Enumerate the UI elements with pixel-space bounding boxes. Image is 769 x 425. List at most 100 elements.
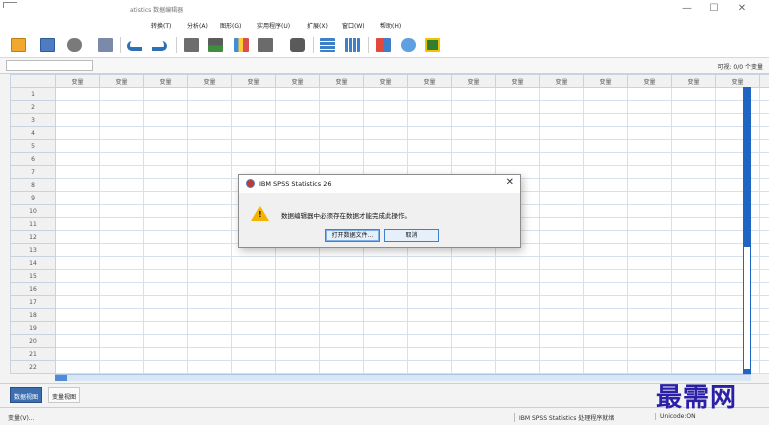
grid-cell[interactable] xyxy=(539,152,584,166)
grid-cell[interactable] xyxy=(627,126,672,140)
row-number[interactable]: 11 xyxy=(10,217,56,231)
grid-cell[interactable] xyxy=(583,321,628,335)
grid-cell[interactable] xyxy=(715,100,760,114)
row-number[interactable]: 7 xyxy=(10,165,56,179)
grid-cell[interactable] xyxy=(671,256,716,270)
grid-cell[interactable] xyxy=(55,178,100,192)
grid-cell[interactable] xyxy=(231,256,276,270)
grid-cell[interactable] xyxy=(55,269,100,283)
grid-cell[interactable] xyxy=(99,347,144,361)
grid-cell[interactable] xyxy=(143,243,188,257)
grid-cell[interactable] xyxy=(671,269,716,283)
grid-cell[interactable] xyxy=(539,243,584,257)
grid-cell[interactable] xyxy=(187,165,232,179)
grid-cell[interactable] xyxy=(759,87,769,101)
grid-cell[interactable] xyxy=(363,139,408,153)
grid-cell[interactable] xyxy=(715,191,760,205)
column-header[interactable]: 变量 xyxy=(187,74,232,88)
grid-cell[interactable] xyxy=(583,269,628,283)
grid-cell[interactable] xyxy=(99,204,144,218)
open-folder-icon[interactable] xyxy=(11,38,26,52)
grid-cell[interactable] xyxy=(539,282,584,296)
grid-cell[interactable] xyxy=(759,230,769,244)
grid-cell[interactable] xyxy=(99,243,144,257)
grid-cell[interactable] xyxy=(759,334,769,348)
grid-cell[interactable] xyxy=(143,321,188,335)
grid-cell[interactable] xyxy=(363,308,408,322)
grid-cell[interactable] xyxy=(451,139,496,153)
grid-cell[interactable] xyxy=(671,191,716,205)
grid-cell[interactable] xyxy=(275,126,320,140)
grid-cell[interactable] xyxy=(539,269,584,283)
menu-transform[interactable]: 转换(T) xyxy=(151,21,171,30)
grid-cell[interactable] xyxy=(539,321,584,335)
grid-cell[interactable] xyxy=(583,308,628,322)
grid-cell[interactable] xyxy=(231,308,276,322)
grid-cell[interactable] xyxy=(143,334,188,348)
grid-cell[interactable] xyxy=(99,217,144,231)
grid-cell[interactable] xyxy=(627,204,672,218)
maximize-button[interactable]: ☐ xyxy=(703,3,725,15)
grid-cell[interactable] xyxy=(583,152,628,166)
grid-cell[interactable] xyxy=(363,100,408,114)
row-number[interactable]: 1 xyxy=(10,87,56,101)
grid-cell[interactable] xyxy=(407,334,452,348)
grid-cell[interactable] xyxy=(231,282,276,296)
row-number[interactable]: 22 xyxy=(10,360,56,374)
grid-cell[interactable] xyxy=(715,308,760,322)
column-header[interactable]: 变 xyxy=(759,74,769,88)
find-icon[interactable] xyxy=(290,38,305,52)
grid-cell[interactable] xyxy=(231,334,276,348)
grid-cell[interactable] xyxy=(187,347,232,361)
grid-cell[interactable] xyxy=(583,347,628,361)
grid-cell[interactable] xyxy=(231,347,276,361)
grid-cell[interactable] xyxy=(495,321,540,335)
grid-cell[interactable] xyxy=(407,308,452,322)
grid-cell[interactable] xyxy=(99,282,144,296)
grid-cell[interactable] xyxy=(759,100,769,114)
grid-cell[interactable] xyxy=(99,191,144,205)
grid-cell[interactable] xyxy=(627,100,672,114)
grid-cell[interactable] xyxy=(319,282,364,296)
grid-cell[interactable] xyxy=(407,152,452,166)
row-number[interactable]: 20 xyxy=(10,334,56,348)
grid-cell[interactable] xyxy=(275,139,320,153)
grid-cell[interactable] xyxy=(715,178,760,192)
grid-cell[interactable] xyxy=(539,204,584,218)
grid-cell[interactable] xyxy=(55,139,100,153)
grid-cell[interactable] xyxy=(539,347,584,361)
grid-cell[interactable] xyxy=(143,217,188,231)
grid-cell[interactable] xyxy=(539,126,584,140)
grid-cell[interactable] xyxy=(99,139,144,153)
grid-cell[interactable] xyxy=(231,100,276,114)
grid-cell[interactable] xyxy=(55,204,100,218)
grid-cell[interactable] xyxy=(759,321,769,335)
grid-cell[interactable] xyxy=(759,295,769,309)
grid-cell[interactable] xyxy=(275,100,320,114)
grid-cell[interactable] xyxy=(583,87,628,101)
grid-cell[interactable] xyxy=(715,269,760,283)
menu-analyze[interactable]: 分析(A) xyxy=(187,21,208,30)
grid-cell[interactable] xyxy=(99,334,144,348)
grid-cell[interactable] xyxy=(319,152,364,166)
column-header[interactable]: 变量 xyxy=(319,74,364,88)
grid-cell[interactable] xyxy=(99,256,144,270)
grid-cell[interactable] xyxy=(363,360,408,374)
grid-cell[interactable] xyxy=(671,321,716,335)
grid-cell[interactable] xyxy=(627,217,672,231)
close-window-button[interactable]: ✕ xyxy=(731,3,753,15)
grid-cell[interactable] xyxy=(539,139,584,153)
grid-cell[interactable] xyxy=(495,282,540,296)
grid-cell[interactable] xyxy=(759,282,769,296)
grid-cell[interactable] xyxy=(759,165,769,179)
grid-cell[interactable] xyxy=(451,126,496,140)
grid-cell[interactable] xyxy=(319,269,364,283)
grid-cell[interactable] xyxy=(143,308,188,322)
grid-cell[interactable] xyxy=(671,217,716,231)
grid-cell[interactable] xyxy=(407,87,452,101)
grid-cell[interactable] xyxy=(231,321,276,335)
grid-cell[interactable] xyxy=(143,295,188,309)
grid-cell[interactable] xyxy=(451,100,496,114)
grid-cell[interactable] xyxy=(275,256,320,270)
grid-cell[interactable] xyxy=(363,334,408,348)
